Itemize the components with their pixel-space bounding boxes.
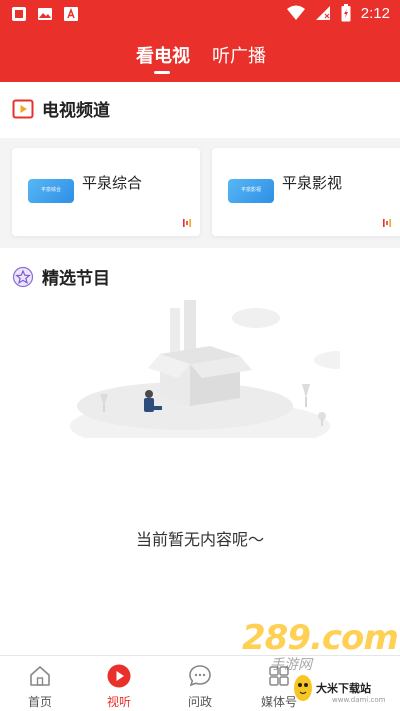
empty-state-message: 当前暂无内容呢～ xyxy=(135,530,264,549)
nav-home[interactable]: 首页 xyxy=(5,656,75,711)
watermark-subtitle: 手游网 xyxy=(270,657,312,673)
nav-audiovisual[interactable]: 视听 xyxy=(84,656,154,711)
status-bar: 2:12 xyxy=(0,0,400,28)
channel-name: 平泉影视 xyxy=(282,174,343,192)
system-indicators: 2:12 xyxy=(286,4,390,22)
watermark-logo-text: 289.com xyxy=(242,618,399,658)
channel-card[interactable]: 平泉综合 平泉综合 xyxy=(12,148,200,236)
nav-inquiry[interactable]: 问政 xyxy=(165,656,235,711)
top-tabs: 看电视 听广播 xyxy=(0,40,400,82)
tab-watch-tv[interactable]: 看电视 xyxy=(136,42,190,68)
section-heading: 精选节目 xyxy=(12,264,110,289)
clock: 2:12 xyxy=(360,4,390,22)
image-notification-icon xyxy=(38,8,52,20)
channel-card[interactable]: 平泉影视 平泉影视 xyxy=(212,148,400,236)
active-tab-indicator xyxy=(154,71,170,74)
channel-logo-text: 平泉影视 xyxy=(240,187,261,193)
app-header: 2:12 看电视 听广播 xyxy=(0,0,400,82)
wifi-icon xyxy=(286,5,305,20)
tab-listen-radio[interactable]: 听广播 xyxy=(212,42,266,68)
section-title: 电视频道 xyxy=(42,101,110,121)
mascot-icon xyxy=(294,675,312,701)
channel-logo-text: 平泉综合 xyxy=(40,187,61,193)
chat-icon xyxy=(189,665,211,687)
battery-icon xyxy=(341,4,351,22)
app-notification-icon xyxy=(12,7,26,21)
notification-icons xyxy=(10,5,80,23)
channel-logo: 平泉综合 xyxy=(28,179,74,203)
nav-audiovisual-label: 视听 xyxy=(106,695,131,709)
font-notification-icon xyxy=(64,7,78,21)
nav-home-label: 首页 xyxy=(27,695,52,709)
tv-channels-header: 电视频道 xyxy=(0,82,400,138)
nav-inquiry-label: 问政 xyxy=(187,695,212,709)
star-badge-icon xyxy=(12,266,34,287)
live-signal-icon xyxy=(183,219,191,227)
signal-icon xyxy=(315,6,330,20)
site-watermark: 289.com 手游网 大米下载站 www.dami.com xyxy=(242,618,400,711)
channel-list: 平泉综合 平泉综合 平泉影视 平泉影视 xyxy=(0,138,400,248)
section-heading: 电视频道 xyxy=(12,96,110,121)
play-icon xyxy=(107,664,131,688)
home-icon xyxy=(30,666,50,686)
channel-name: 平泉综合 xyxy=(82,174,143,192)
section-title: 精选节目 xyxy=(42,269,110,289)
live-signal-icon xyxy=(383,219,391,227)
watermark-url: www.dami.com xyxy=(332,696,386,704)
channel-logo: 平泉影视 xyxy=(228,179,274,203)
watermark-brand: 大米下载站 xyxy=(316,682,371,695)
tv-play-icon xyxy=(12,99,34,118)
empty-state-illustration xyxy=(70,300,340,438)
